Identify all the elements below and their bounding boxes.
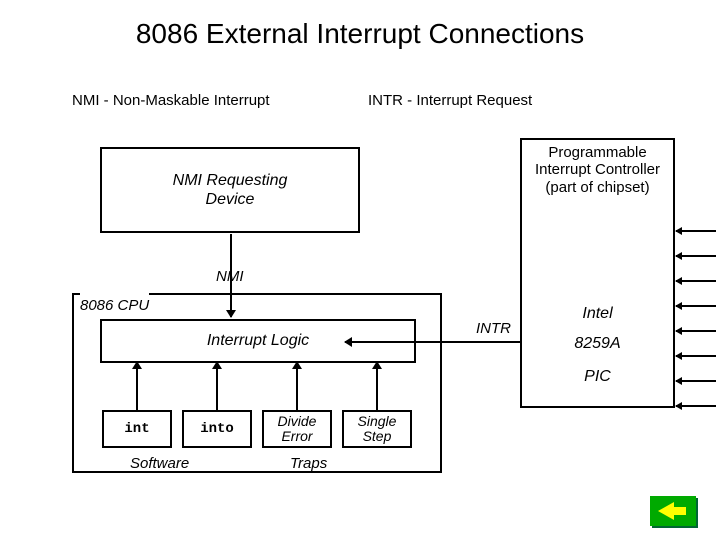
pic-irq-line: [676, 355, 716, 357]
pic-irq-line: [676, 230, 716, 232]
pic-abbrev-label: PIC: [522, 368, 673, 386]
nmi-device-label: NMI Requesting Device: [173, 171, 288, 209]
into-label: into: [200, 422, 234, 437]
divide-error-label: Divide Error: [278, 414, 317, 443]
intr-definition: INTR - Interrupt Request: [368, 92, 532, 109]
pic-irq-line: [676, 330, 716, 332]
pic-irq-line: [676, 405, 716, 407]
single-step-label: Single Step: [358, 414, 397, 443]
pic-irq-line: [676, 305, 716, 307]
divide-error-box: Divide Error: [262, 410, 332, 448]
software-category-label: Software: [130, 455, 189, 472]
pic-irq-line: [676, 255, 716, 257]
int-label: int: [124, 422, 149, 437]
pic-part-label: 8259A: [522, 335, 673, 353]
into-box: into: [182, 410, 252, 448]
pic-irq-line: [676, 280, 716, 282]
int-box: int: [102, 410, 172, 448]
traps-category-label: Traps: [290, 455, 327, 472]
slide-title: 8086 External Interrupt Connections: [0, 18, 720, 50]
pic-vendor-label: Intel: [522, 305, 673, 323]
nmi-definition: NMI - Non-Maskable Interrupt: [72, 92, 270, 109]
nmi-requesting-device-box: NMI Requesting Device: [100, 147, 360, 233]
divide-arrow: [296, 362, 298, 410]
into-arrow: [216, 362, 218, 410]
intr-arrow: [345, 341, 520, 343]
single-step-box: Single Step: [342, 410, 412, 448]
nmi-arrow: [230, 234, 232, 317]
int-arrow: [136, 362, 138, 410]
pic-box: Programmable Interrupt Controller (part …: [520, 138, 675, 408]
interrupt-logic-label: Interrupt Logic: [207, 332, 309, 350]
pic-irq-line: [676, 380, 716, 382]
cpu-label: 8086 CPU: [80, 293, 149, 316]
step-arrow: [376, 362, 378, 410]
back-button[interactable]: [650, 496, 696, 526]
pic-header: Programmable Interrupt Controller (part …: [522, 140, 673, 196]
intr-signal-label: INTR: [476, 320, 511, 337]
